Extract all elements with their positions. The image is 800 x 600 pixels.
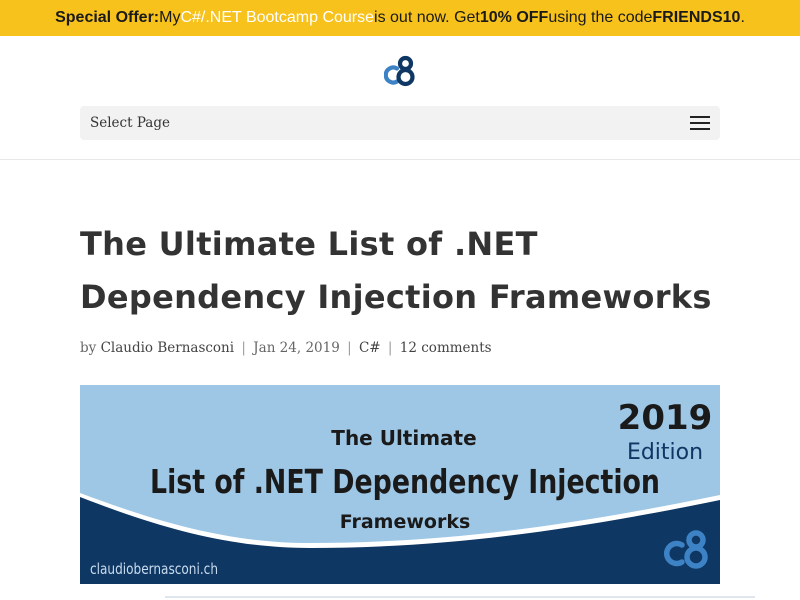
select-page-menu[interactable]: Select Page — [80, 106, 720, 140]
content-divider — [165, 596, 755, 598]
featured-line-3: Frameworks — [340, 511, 471, 533]
featured-site-url: claudiobernasconi.ch — [90, 560, 218, 578]
meta-by: by — [80, 340, 101, 356]
comments-link[interactable]: 12 comments — [400, 340, 492, 356]
promo-prefix: Special Offer: — [55, 9, 160, 26]
featured-year: 2019 — [618, 398, 713, 438]
select-page-label: Select Page — [90, 115, 170, 131]
featured-line-2: List of .NET Dependency Injection — [150, 462, 660, 501]
post-date: Jan 24, 2019 — [253, 340, 340, 356]
meta-separator: | — [387, 340, 393, 356]
promo-text-1: My — [159, 9, 181, 26]
logo-icon[interactable] — [384, 55, 418, 87]
promo-text-3: using the code — [548, 9, 653, 26]
category-link[interactable]: C# — [359, 340, 381, 356]
author-link[interactable]: Claudio Bernasconi — [101, 340, 235, 356]
featured-image[interactable]: 2019 Edition The Ultimate List of .NET D… — [80, 385, 720, 584]
site-header: Select Page — [0, 36, 800, 160]
promo-text-4: . — [740, 9, 745, 26]
promo-discount: 10% OFF — [479, 9, 549, 26]
promo-text-2: is out now. Get — [374, 9, 480, 26]
meta-separator: | — [241, 340, 246, 356]
meta-separator: | — [347, 340, 352, 356]
promo-code: FRIENDS10 — [652, 9, 741, 26]
promo-banner: Special Offer: My C#/.NET Bootcamp Cours… — [0, 0, 800, 36]
post-meta: by Claudio Bernasconi | Jan 24, 2019 | C… — [80, 340, 720, 356]
featured-line-1: The Ultimate — [331, 426, 476, 450]
hamburger-icon[interactable] — [690, 116, 710, 130]
post-title: The Ultimate List of .NET Dependency Inj… — [80, 225, 712, 316]
promo-course-link[interactable]: C#/.NET Bootcamp Course — [180, 9, 374, 27]
